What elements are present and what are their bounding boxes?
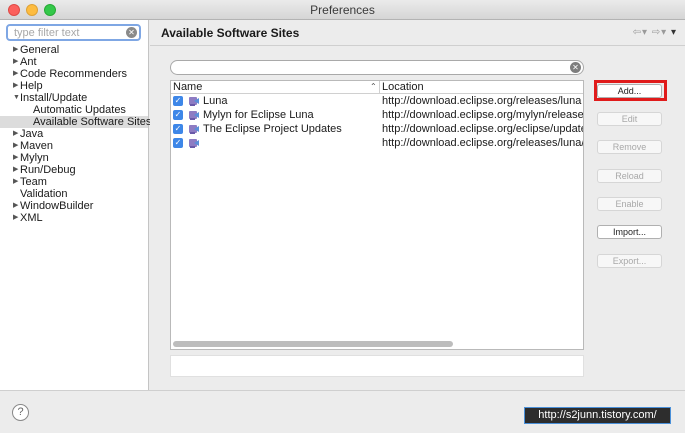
- main-panel: Available Software Sites ⇦▾ ⇨▾ ▾ ✕ Name …: [150, 20, 685, 390]
- window-title: Preferences: [310, 3, 375, 17]
- site-enabled-checkbox[interactable]: ✓: [173, 110, 183, 120]
- navigation-arrows: ⇦▾ ⇨▾ ▾: [633, 27, 677, 38]
- sidebar-item-mylyn[interactable]: ▶ Mylyn: [0, 152, 148, 164]
- forward-arrow-icon[interactable]: ⇨▾: [652, 27, 667, 38]
- sidebar-item-label: WindowBuilder: [20, 200, 94, 212]
- clear-search-icon[interactable]: ✕: [570, 62, 581, 73]
- collapsed-arrow-icon[interactable]: ▶: [13, 44, 18, 56]
- collapsed-arrow-icon[interactable]: ▶: [13, 164, 18, 176]
- site-location-cell: http://download.eclipse.org/releases/lun…: [382, 137, 583, 149]
- sidebar-item-help[interactable]: ▶ Help: [0, 80, 148, 92]
- site-location-cell: http://download.eclipse.org/eclipse/upda…: [382, 123, 583, 135]
- table-row[interactable]: ✓ http://download.eclipse.org/releases/lu…: [171, 137, 583, 150]
- update-site-icon: [188, 109, 200, 121]
- reload-button[interactable]: Reload: [597, 169, 662, 183]
- sidebar-item-label: Validation: [20, 188, 68, 200]
- collapsed-arrow-icon[interactable]: ▶: [13, 200, 18, 212]
- table-row[interactable]: ✓ Mylyn for Eclipse Luna http://download.e…: [171, 109, 583, 122]
- sidebar-item-automatic-updates[interactable]: Automatic Updates: [0, 104, 148, 116]
- edit-button[interactable]: Edit: [597, 112, 662, 126]
- sidebar-item-windowbuilder[interactable]: ▶ WindowBuilder: [0, 200, 148, 212]
- collapsed-arrow-icon[interactable]: ▶: [13, 212, 18, 224]
- sidebar-item-team[interactable]: ▶ Team: [0, 176, 148, 188]
- site-enabled-checkbox[interactable]: ✓: [173, 124, 183, 134]
- site-name-cell: Luna: [203, 95, 228, 107]
- export-button[interactable]: Export...: [597, 254, 662, 268]
- sidebar-item-label: Java: [20, 128, 44, 140]
- collapsed-arrow-icon[interactable]: ▶: [13, 140, 18, 152]
- horizontal-scrollbar[interactable]: [173, 341, 453, 347]
- sort-ascending-icon: ⌃: [370, 82, 377, 91]
- site-enabled-checkbox[interactable]: ✓: [173, 138, 183, 148]
- preferences-tree: ▶ General ▶ Ant ▶ Code Recommenders ▶ Help ▼ Inst…: [0, 44, 152, 224]
- table-header: Name ⌃ Location: [171, 81, 583, 94]
- preferences-sidebar: ✕ ▶General▶Ant▶Code Recommenders▶Help▼In…: [0, 20, 152, 390]
- add-button[interactable]: Add...: [597, 84, 662, 98]
- collapsed-arrow-icon[interactable]: ▶: [13, 56, 18, 68]
- site-location-cell: http://download.eclipse.org/mylyn/releas…: [382, 109, 584, 121]
- column-header-location[interactable]: Location: [382, 82, 424, 93]
- sidebar-item-run-debug[interactable]: ▶ Run/Debug: [0, 164, 148, 176]
- collapsed-arrow-icon[interactable]: ▶: [13, 152, 18, 164]
- sidebar-item-label: Install/Update: [20, 92, 88, 104]
- sidebar-item-label: XML: [20, 212, 43, 224]
- collapsed-arrow-icon[interactable]: ▶: [13, 80, 18, 92]
- clear-filter-icon[interactable]: ✕: [126, 27, 137, 38]
- filter-input[interactable]: [14, 26, 126, 39]
- url-watermark: http://s2junn.tistory.com/: [524, 407, 671, 424]
- software-sites-table: Name ⌃ Location ✓ Luna http://download.ecl…: [170, 80, 584, 350]
- sidebar-item-label: Help: [20, 80, 43, 92]
- table-row[interactable]: ✓ Luna http://download.eclipse.org/release…: [171, 95, 583, 108]
- filter-field-container: ✕: [6, 24, 141, 41]
- column-header-name[interactable]: Name: [173, 82, 202, 93]
- sidebar-item-label: Ant: [20, 56, 37, 68]
- remove-button[interactable]: Remove: [597, 140, 662, 154]
- column-divider[interactable]: [379, 81, 380, 94]
- table-row[interactable]: ✓ The Eclipse Project Updates http://downl…: [171, 123, 583, 136]
- update-site-icon: [188, 123, 200, 135]
- enable-button[interactable]: Enable: [597, 197, 662, 211]
- collapsed-arrow-icon[interactable]: ▶: [13, 68, 18, 80]
- sidebar-item-label: Code Recommenders: [20, 68, 127, 80]
- sidebar-item-available-software-sites[interactable]: Available Software Sites: [0, 116, 152, 128]
- import-button[interactable]: Import...: [597, 225, 662, 239]
- view-menu-icon[interactable]: ▾: [671, 27, 677, 38]
- sidebar-item-validation[interactable]: Validation: [0, 188, 148, 200]
- title-bar: Preferences: [0, 0, 685, 20]
- site-details-area: [170, 355, 584, 377]
- site-enabled-checkbox[interactable]: ✓: [173, 96, 183, 106]
- sidebar-item-label: Run/Debug: [20, 164, 76, 176]
- site-search-input[interactable]: ✕: [170, 60, 584, 75]
- sidebar-item-code-recommenders[interactable]: ▶ Code Recommenders: [0, 68, 148, 80]
- sidebar-item-maven[interactable]: ▶ Maven: [0, 140, 148, 152]
- sidebar-item-label: Automatic Updates: [33, 104, 126, 116]
- sidebar-item-ant[interactable]: ▶ Ant: [0, 56, 148, 68]
- site-name-cell: The Eclipse Project Updates: [203, 123, 342, 135]
- sidebar-item-label: Mylyn: [20, 152, 49, 164]
- sidebar-item-label: General: [20, 44, 60, 56]
- sidebar-item-label: Team: [20, 176, 47, 188]
- site-name-cell: Mylyn for Eclipse Luna: [203, 109, 314, 121]
- help-icon[interactable]: ?: [12, 404, 29, 421]
- collapsed-arrow-icon[interactable]: ▶: [13, 128, 18, 140]
- sidebar-item-label: Maven: [20, 140, 54, 152]
- dialog-footer: ? http://s2junn.tistory.com/: [0, 390, 685, 433]
- sidebar-item-label: Available Software Sites: [33, 116, 152, 128]
- site-location-cell: http://download.eclipse.org/releases/lun…: [382, 95, 582, 107]
- back-arrow-icon[interactable]: ⇦▾: [633, 27, 648, 38]
- sidebar-item-general[interactable]: ▶ General: [0, 44, 148, 56]
- header-separator: [150, 45, 685, 46]
- sidebar-item-xml[interactable]: ▶ XML: [0, 212, 148, 224]
- update-site-icon: [188, 95, 200, 107]
- update-site-icon: [188, 137, 200, 149]
- sidebar-item-install-update[interactable]: ▼ Install/Update: [0, 92, 148, 104]
- sidebar-item-java[interactable]: ▶ Java: [0, 128, 148, 140]
- expanded-arrow-icon[interactable]: ▼: [13, 92, 20, 104]
- page-title: Available Software Sites: [161, 26, 300, 40]
- collapsed-arrow-icon[interactable]: ▶: [13, 176, 18, 188]
